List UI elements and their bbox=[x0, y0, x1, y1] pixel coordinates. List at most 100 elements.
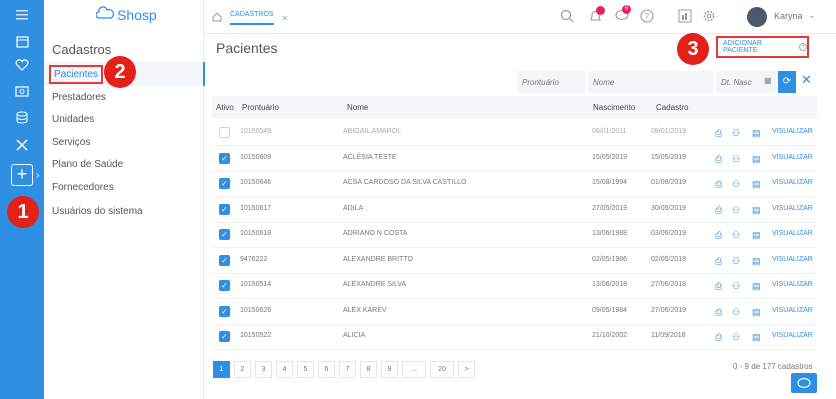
users-icon[interactable]: ⚇ bbox=[732, 128, 740, 139]
chat-button[interactable] bbox=[791, 373, 817, 393]
attachment-icon[interactable]: ⎙ bbox=[715, 256, 722, 267]
table-row[interactable]: ✓ 10150608 ACLÉSIA TESTE 15/05/2019 15/05/20… bbox=[212, 146, 817, 171]
attachment-icon[interactable]: ⎙ bbox=[715, 128, 722, 139]
page-button[interactable]: 5 bbox=[297, 361, 314, 378]
header-nome[interactable]: Nome bbox=[347, 103, 368, 112]
users-icon[interactable]: ⚇ bbox=[732, 179, 740, 190]
users-icon[interactable]: ⚇ bbox=[732, 281, 740, 292]
page-button[interactable]: 2 bbox=[234, 361, 251, 378]
page-button[interactable]: 20 bbox=[430, 361, 454, 378]
page-button[interactable]: ... bbox=[402, 361, 426, 378]
calendar-icon[interactable] bbox=[12, 32, 32, 50]
visualizar-link[interactable]: VISUALIZAR bbox=[772, 179, 813, 186]
help-icon[interactable]: ? bbox=[640, 9, 654, 26]
document-icon[interactable]: ▤ bbox=[752, 332, 761, 343]
document-icon[interactable]: ▤ bbox=[752, 179, 761, 190]
sidebar-item-plano-de-saude[interactable]: Plano de Saúde bbox=[52, 159, 123, 170]
attachment-icon[interactable]: ⎙ bbox=[715, 332, 722, 343]
users-icon[interactable]: ⚇ bbox=[732, 332, 740, 343]
page-button[interactable]: 1 bbox=[213, 361, 230, 378]
header-nascimento[interactable]: Nascimento bbox=[593, 103, 635, 112]
sidebar-item-pacientes[interactable]: Pacientes bbox=[49, 65, 103, 84]
users-icon[interactable]: ⚇ bbox=[732, 230, 740, 241]
chevron-down-icon[interactable]: ⌄ bbox=[808, 10, 816, 21]
users-icon[interactable]: ⚇ bbox=[732, 256, 740, 267]
document-icon[interactable]: ▤ bbox=[752, 230, 761, 241]
visualizar-link[interactable]: VISUALIZAR bbox=[772, 307, 813, 314]
avatar[interactable] bbox=[747, 7, 767, 27]
users-icon[interactable]: ⚇ bbox=[732, 307, 740, 318]
attachment-icon[interactable]: ⎙ bbox=[715, 154, 722, 165]
report-icon[interactable] bbox=[678, 9, 692, 26]
attachment-icon[interactable]: ⎙ bbox=[715, 307, 722, 318]
document-icon[interactable]: ▤ bbox=[752, 154, 761, 165]
header-prontuario[interactable]: Prontuário bbox=[242, 103, 279, 112]
visualizar-link[interactable]: VISUALIZAR bbox=[772, 128, 813, 135]
visualizar-link[interactable]: VISUALIZAR bbox=[772, 256, 813, 263]
visualizar-link[interactable]: VISUALIZAR bbox=[772, 230, 813, 237]
gear-icon[interactable] bbox=[702, 9, 716, 26]
header-cadastro[interactable]: Cadastro bbox=[656, 103, 688, 112]
heart-icon[interactable] bbox=[12, 56, 32, 74]
document-icon[interactable]: ▤ bbox=[752, 256, 761, 267]
calendar-icon[interactable]: ▦ bbox=[764, 76, 772, 85]
nome-filter[interactable] bbox=[588, 71, 713, 93]
attachment-icon[interactable]: ⎙ bbox=[715, 281, 722, 292]
page-button[interactable]: 3 bbox=[255, 361, 272, 378]
table-row[interactable]: ✓ 10150618 ADRIANO N COSTA 13/06/1988 03/06/… bbox=[212, 222, 817, 247]
visualizar-link[interactable]: VISUALIZAR bbox=[772, 332, 813, 339]
table-row[interactable]: ✓ 10150626 ALEX KAREV 09/05/1984 27/06/2019 ⎙… bbox=[212, 299, 817, 324]
users-icon[interactable]: ⚇ bbox=[732, 154, 740, 165]
table-row[interactable]: ✓ 10150514 ALEXANDRE SILVA 13/06/2018 27/06/… bbox=[212, 273, 817, 298]
sidebar-item-servicos[interactable]: Serviços bbox=[52, 137, 90, 148]
table-row[interactable]: ✓ 10150617 ADILA 27/05/2019 30/05/2019 ⎙ ⚇ ▤ VIS… bbox=[212, 197, 817, 222]
page-button[interactable]: 8 bbox=[360, 361, 377, 378]
add-button[interactable]: + bbox=[11, 164, 33, 186]
visualizar-link[interactable]: VISUALIZAR bbox=[772, 154, 813, 161]
page-button[interactable]: 4 bbox=[276, 361, 293, 378]
document-icon[interactable]: ▤ bbox=[752, 307, 761, 318]
add-patient-button[interactable]: ADICIONAR PACIENTE + bbox=[716, 36, 809, 58]
active-checkbox[interactable]: ✓ bbox=[219, 305, 230, 317]
document-icon[interactable]: ▤ bbox=[752, 281, 761, 292]
table-row[interactable]: ✓ 10150646 ACSA CARDOSO DA SILVA CASTILLO 1… bbox=[212, 171, 817, 196]
refresh-button[interactable]: ⟳ bbox=[778, 71, 796, 93]
tab-cadastros[interactable]: CADASTROS ✕ bbox=[212, 11, 288, 25]
document-icon[interactable]: ▤ bbox=[752, 205, 761, 216]
active-checkbox[interactable] bbox=[219, 127, 230, 138]
attachment-icon[interactable]: ⎙ bbox=[715, 230, 722, 241]
search-icon[interactable] bbox=[560, 9, 574, 26]
attachment-icon[interactable]: ⎙ bbox=[715, 205, 722, 216]
close-icon[interactable]: ✕ bbox=[282, 14, 289, 23]
database-icon[interactable] bbox=[12, 108, 32, 126]
tools-icon[interactable] bbox=[12, 136, 32, 154]
page-button[interactable]: 7 bbox=[339, 361, 356, 378]
table-row[interactable]: 10150549 ABIGAIL AMAROL 08/01/2011 08/01/20… bbox=[212, 120, 817, 145]
next-page-button[interactable]: > bbox=[458, 361, 475, 378]
table-row[interactable]: ✓ 10150522 ALICIA 21/10/2002 11/09/2018 ⎙ ⚇ ▤ VI… bbox=[212, 324, 817, 349]
sidebar-item-fornecedores[interactable]: Fornecedores bbox=[52, 182, 114, 193]
sidebar-item-prestadores[interactable]: Prestadores bbox=[52, 92, 106, 103]
money-icon[interactable] bbox=[12, 82, 32, 100]
sidebar-item-usuarios[interactable]: Usuários do sistema bbox=[52, 206, 143, 217]
logo[interactable]: Shosp bbox=[95, 6, 157, 23]
active-checkbox[interactable]: ✓ bbox=[219, 229, 230, 240]
users-icon[interactable]: ⚇ bbox=[732, 205, 740, 216]
active-checkbox[interactable]: ✓ bbox=[219, 331, 230, 342]
table-row[interactable]: ✓ 9476222 ALEXANDRE BRITTO 02/05/1986 02/05/… bbox=[212, 248, 817, 273]
prontuario-filter[interactable] bbox=[517, 71, 585, 93]
active-checkbox[interactable]: ✓ bbox=[219, 178, 230, 189]
sidebar-item-unidades[interactable]: Unidades bbox=[52, 114, 94, 125]
active-checkbox[interactable]: ✓ bbox=[219, 152, 230, 164]
menu-icon[interactable] bbox=[12, 6, 32, 24]
home-icon[interactable] bbox=[212, 12, 222, 24]
close-filter-icon[interactable]: ✕ bbox=[801, 72, 812, 88]
visualizar-link[interactable]: VISUALIZAR bbox=[772, 205, 813, 212]
active-checkbox[interactable]: ✓ bbox=[219, 254, 230, 266]
user-name[interactable]: Karyna bbox=[774, 11, 803, 21]
attachment-icon[interactable]: ⎙ bbox=[715, 179, 722, 190]
active-checkbox[interactable]: ✓ bbox=[219, 280, 230, 291]
page-button[interactable]: 9 bbox=[381, 361, 398, 378]
page-button[interactable]: 6 bbox=[318, 361, 335, 378]
visualizar-link[interactable]: VISUALIZAR bbox=[772, 281, 813, 288]
